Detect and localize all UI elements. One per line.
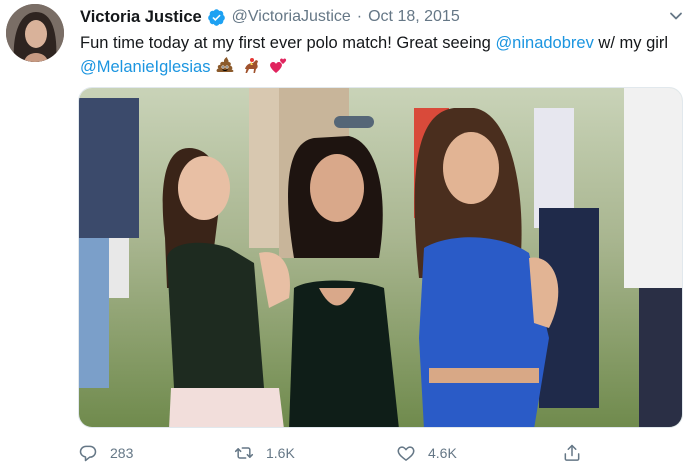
- like-button[interactable]: 4.6K: [396, 440, 457, 466]
- separator-dot: ·: [356, 8, 363, 25]
- reply-icon: [79, 445, 97, 462]
- reply-count: 283: [110, 445, 134, 461]
- share-button[interactable]: [562, 440, 594, 466]
- mention-link[interactable]: @ninadobrev: [495, 34, 593, 52]
- tweet-text-part2: w/ my girl: [593, 34, 669, 52]
- retweet-icon: [234, 447, 254, 459]
- avatar-image: [6, 4, 64, 62]
- user-handle[interactable]: @VictoriaJustice: [232, 8, 351, 26]
- retweet-count: 1.6K: [266, 445, 295, 461]
- avatar[interactable]: [6, 4, 64, 62]
- share-icon: [564, 444, 580, 461]
- two-hearts-emoji-icon: [270, 58, 287, 73]
- tweet-text-part1: Fun time today at my first ever polo mat…: [80, 34, 496, 52]
- photo-image: [79, 88, 682, 427]
- mention-link[interactable]: @MelanieIglesias: [80, 58, 210, 76]
- retweet-button[interactable]: 1.6K: [234, 440, 295, 466]
- like-count: 4.6K: [428, 445, 457, 461]
- reply-button[interactable]: 283: [78, 440, 133, 466]
- verified-badge-icon: [207, 8, 225, 26]
- horse-racing-emoji-icon: [244, 58, 258, 73]
- heart-icon: [397, 446, 415, 461]
- tweet-date[interactable]: Oct 18, 2015: [368, 8, 460, 26]
- tweet-card: Victoria Justice @VictoriaJustice · Oct …: [0, 0, 700, 472]
- tweet-text: Fun time today at my first ever polo mat…: [80, 31, 680, 79]
- tweet-actions: 283 1.6K 4.6K: [78, 440, 598, 466]
- poop-emoji-icon: [216, 57, 234, 72]
- tweet-photo[interactable]: [78, 87, 683, 428]
- display-name[interactable]: Victoria Justice: [80, 8, 202, 27]
- tweet-header: Victoria Justice @VictoriaJustice · Oct …: [80, 6, 460, 28]
- chevron-down-icon[interactable]: [668, 8, 684, 24]
